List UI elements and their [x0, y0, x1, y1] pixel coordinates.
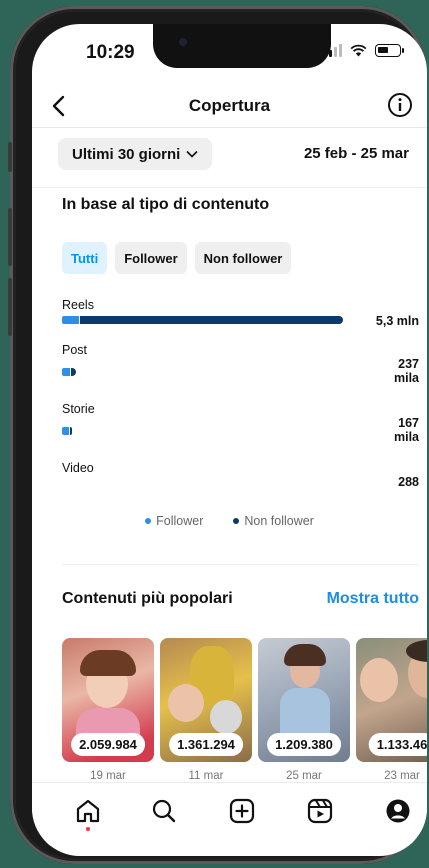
legend-non-follower: Non follower [233, 514, 314, 528]
search-icon[interactable] [150, 797, 178, 825]
reel-thumbnail[interactable]: 2.059.984 [62, 638, 154, 762]
mute-switch [8, 142, 12, 172]
notch [153, 24, 331, 68]
home-active-indicator [86, 827, 90, 831]
metric-value: 237 mila [393, 357, 419, 385]
date-range: 25 feb - 25 mar [303, 145, 409, 162]
tab-tutti[interactable]: Tutti [62, 242, 108, 274]
reach-count: 2.059.984 [71, 733, 145, 756]
metric-bar [62, 316, 343, 324]
show-all-link[interactable]: Mostra tutto [327, 590, 419, 608]
status-time: 10:29 [86, 42, 135, 63]
metric-value: 5,3 mln [375, 314, 419, 328]
thumbnail-date: 19 mar [90, 770, 126, 782]
reel-thumbnail[interactable]: 1.133.46 [356, 638, 427, 762]
battery-icon [375, 44, 404, 57]
reel-thumbnail[interactable]: 1.361.294 [160, 638, 252, 762]
reach-count: 1.133.46 [368, 733, 427, 756]
metric-label: Post [62, 343, 88, 357]
reach-count: 1.209.380 [267, 733, 341, 756]
thumbnail-date: 25 mar [286, 770, 322, 782]
metric-bar [62, 427, 73, 435]
section-divider [62, 564, 419, 565]
metric-value: 167 mila [393, 416, 419, 444]
metric-label: Video [62, 461, 94, 475]
popular-title: Contenuti più popolari [62, 590, 233, 607]
time-range-label: Ultimi 30 giorni [72, 145, 181, 163]
chart-legend: Follower Non follower [32, 514, 427, 528]
profile-icon[interactable] [384, 797, 412, 825]
metric-post: Post 237 mila [62, 343, 419, 385]
tab-non-follower[interactable]: Non follower [194, 242, 292, 274]
content-type-title: In base al tipo di contenuto [62, 196, 270, 213]
thumbnail-date: 11 mar [188, 770, 224, 782]
create-icon[interactable] [228, 797, 256, 825]
volume-up-button [8, 208, 12, 266]
tab-follower[interactable]: Follower [115, 242, 187, 274]
audience-tabs: Tutti Follower Non follower [62, 242, 292, 274]
thumbnail-date: 23 mar [384, 770, 420, 782]
bottom-navigation [32, 782, 427, 846]
reel-thumbnail[interactable]: 1.209.380 [258, 638, 350, 762]
metric-storie: Storie 167 mila [62, 402, 419, 444]
metric-bar [62, 368, 76, 376]
top-header: Copertura [32, 84, 427, 128]
metric-reels: Reels 5,3 mln [62, 298, 419, 328]
home-icon[interactable] [74, 797, 102, 825]
wifi-icon [350, 44, 367, 57]
legend-follower: Follower [145, 514, 203, 528]
info-icon[interactable] [387, 92, 413, 118]
page-title: Copertura [188, 96, 271, 115]
metric-video: Video 288 [62, 461, 419, 489]
phone-frame: 10:29 Copertura Ultimi 30 giorni 25 feb … [8, 6, 427, 864]
popular-thumbnails: 2.059.984 1.361.294 1.209.380 1.133.46 [62, 638, 427, 762]
filter-bar: Ultimi 30 giorni 25 feb - 25 mar [32, 128, 427, 188]
metric-label: Reels [62, 298, 94, 312]
metric-label: Storie [62, 402, 95, 416]
volume-down-button [8, 278, 12, 336]
time-range-dropdown[interactable]: Ultimi 30 giorni [58, 138, 213, 170]
reels-icon[interactable] [306, 797, 334, 825]
chevron-down-icon [186, 150, 198, 158]
reach-count: 1.361.294 [169, 733, 243, 756]
metric-value: 288 [398, 475, 419, 489]
app-screen: 10:29 Copertura Ultimi 30 giorni 25 feb … [32, 24, 427, 856]
